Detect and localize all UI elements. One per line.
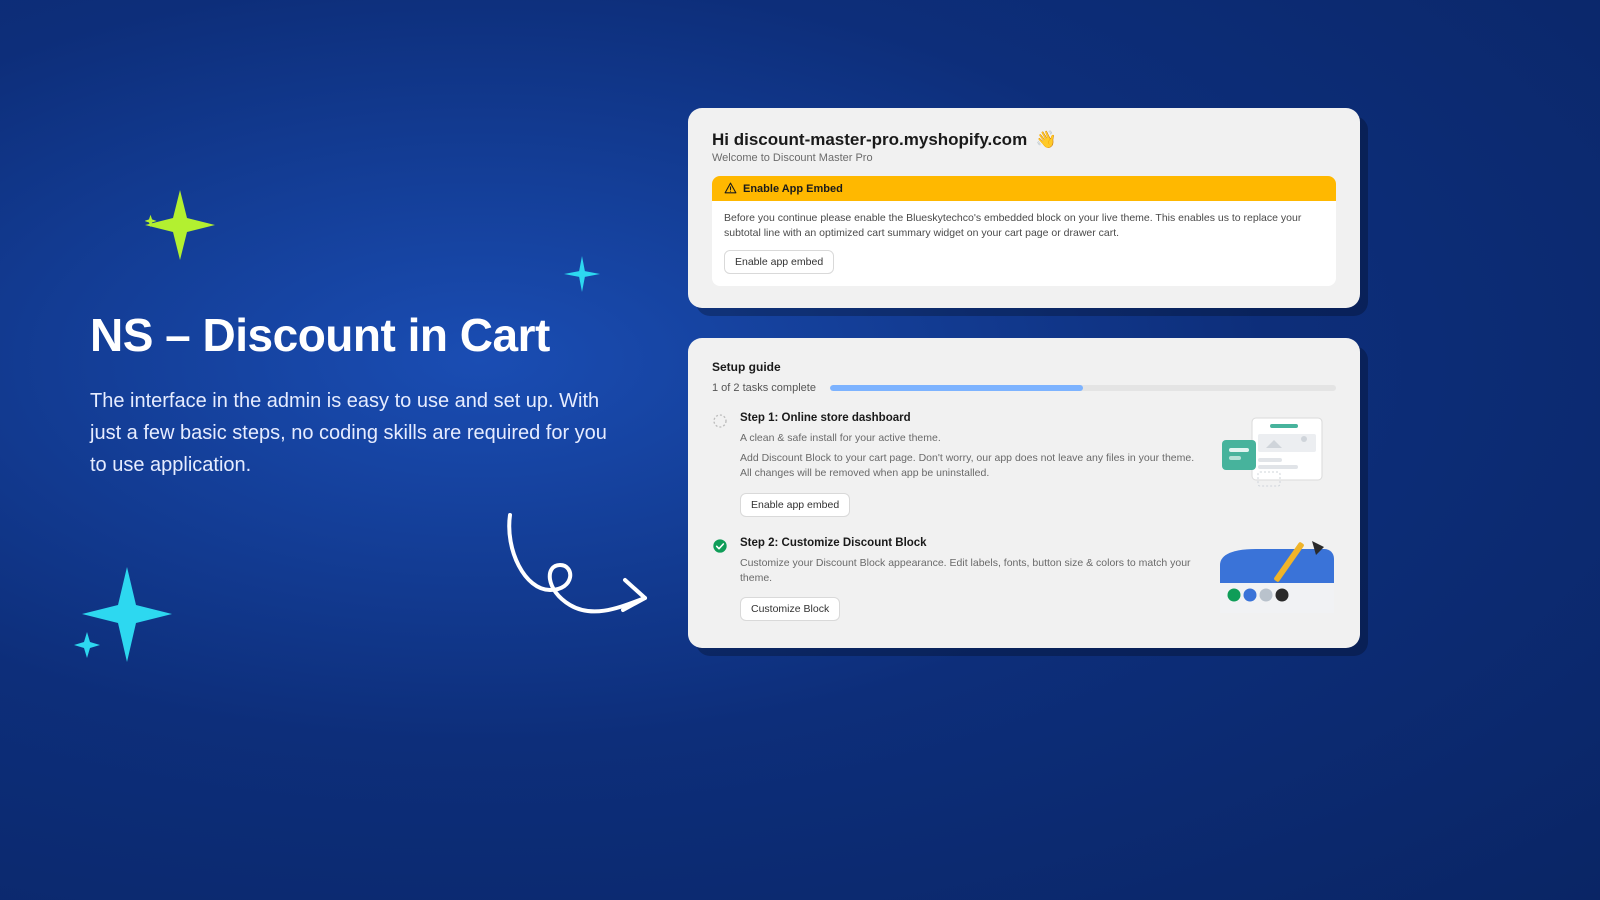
step1-illustration [1216,412,1336,497]
setup-step-1: Step 1: Online store dashboard A clean &… [712,412,1336,517]
step2-desc: Customize your Discount Block appearance… [740,556,1204,586]
page-title: NS – Discount in Cart [90,310,610,361]
progress-fill [830,385,1083,391]
step-pending-icon [712,413,728,429]
step1-desc-a: A clean & safe install for your active t… [740,431,1204,446]
step-complete-icon [712,538,728,554]
step2-title: Step 2: Customize Discount Block [740,537,1204,549]
sparkle-icon [564,256,600,292]
setup-guide-title: Setup guide [712,360,1336,374]
enable-app-embed-button[interactable]: Enable app embed [724,250,834,274]
setup-guide-card: Setup guide 1 of 2 tasks complete Step 1… [688,338,1360,648]
enable-embed-alert: Enable App Embed Before you continue ple… [712,176,1336,286]
progress-bar [830,385,1336,391]
arrow-doodle-icon [495,510,665,640]
wave-icon: 👋 [1036,130,1057,149]
greeting-text: Hi discount-master-pro.myshopify.com 👋 [712,130,1336,150]
step1-enable-button[interactable]: Enable app embed [740,493,850,517]
step2-customize-button[interactable]: Customize Block [740,597,840,621]
step1-desc-b: Add Discount Block to your cart page. Do… [740,451,1204,481]
page-subtitle: The interface in the admin is easy to us… [90,385,610,481]
alert-body-text: Before you continue please enable the Bl… [712,201,1336,250]
alert-title: Enable App Embed [743,183,843,195]
alert-header: Enable App Embed [712,176,1336,201]
welcome-subtext: Welcome to Discount Master Pro [712,152,1336,164]
warning-icon [724,182,737,195]
progress-label: 1 of 2 tasks complete [712,382,816,394]
greeting-prefix: Hi [712,130,734,149]
sparkle-icon [72,562,172,662]
welcome-card: Hi discount-master-pro.myshopify.com 👋 W… [688,108,1360,308]
step1-title: Step 1: Online store dashboard [740,412,1204,424]
setup-step-2: Step 2: Customize Discount Block Customi… [712,537,1336,622]
sparkle-icon [145,190,215,260]
greeting-shop: discount-master-pro.myshopify.com [734,130,1027,149]
step2-illustration [1216,537,1336,622]
